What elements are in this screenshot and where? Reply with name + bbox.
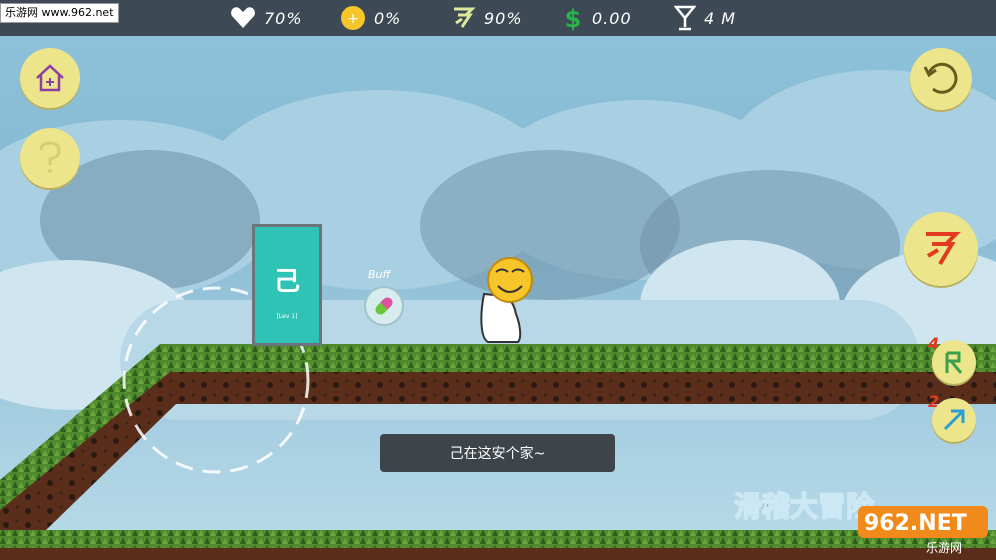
- player-character: [480, 257, 533, 343]
- restart-button[interactable]: [910, 48, 972, 110]
- game-scene: 己 [Lev 1] Buff 己在这安个家~ 滑稽大冒险 962.NET 乐游网: [0, 0, 996, 560]
- money-value: 0.00: [592, 8, 632, 28]
- question-icon: [39, 141, 61, 173]
- run-button[interactable]: [904, 212, 978, 286]
- coin-value: 0%: [374, 8, 402, 28]
- distance-stat: 4 M: [674, 4, 736, 32]
- door-sign-text: 己: [273, 267, 300, 297]
- skill-jump-count: 2: [928, 392, 940, 411]
- skill-r-count: 4: [928, 334, 940, 353]
- distance-value: 4 M: [704, 8, 737, 28]
- cocktail-glass-icon: [674, 5, 696, 31]
- runner-icon: [454, 7, 476, 28]
- logo-title: 滑稽大冒险: [734, 490, 875, 523]
- help-button[interactable]: [20, 128, 80, 188]
- svg-text:$: $: [565, 5, 582, 32]
- pill-icon: [375, 297, 393, 315]
- logo-art: 滑稽大冒险 962.NET 乐游网: [733, 489, 988, 555]
- r-skill-icon: [945, 351, 963, 374]
- dollar-icon: $: [565, 5, 582, 32]
- energy-stat: 90%: [450, 4, 523, 32]
- refresh-icon: [923, 62, 958, 94]
- home-button[interactable]: [20, 48, 80, 108]
- dialog-box: 己在这安个家~: [380, 434, 615, 472]
- runner-icon: [926, 232, 961, 266]
- house-icon: [36, 64, 64, 92]
- watermark: 乐游网 www.962.net: [0, 3, 119, 23]
- health-value: 70%: [264, 8, 303, 28]
- door-caption: [Lev 1]: [276, 313, 298, 320]
- svg-text:+: +: [347, 11, 359, 27]
- arrow-up-right-icon: [943, 409, 965, 431]
- door-sign-board[interactable]: 己 [Lev 1]: [252, 224, 322, 346]
- buff-pickup[interactable]: [364, 286, 404, 326]
- money-stat: $ 0.00: [562, 4, 632, 32]
- buff-label: Buff: [368, 268, 391, 281]
- coin-icon: +: [341, 6, 365, 30]
- heart-icon: [231, 7, 255, 28]
- health-stat: 70%: [230, 4, 303, 32]
- top-hud-bar: 乐游网 www.962.net 70% + 0% 90% $ 0.00 4 M: [0, 0, 996, 36]
- energy-value: 90%: [484, 8, 523, 28]
- logo-brand-sub: 乐游网: [926, 541, 962, 555]
- coin-stat: + 0%: [340, 4, 401, 32]
- game-logo: 滑稽大冒险 962.NET 乐游网: [730, 482, 992, 556]
- logo-brand: 962.NET: [864, 511, 967, 536]
